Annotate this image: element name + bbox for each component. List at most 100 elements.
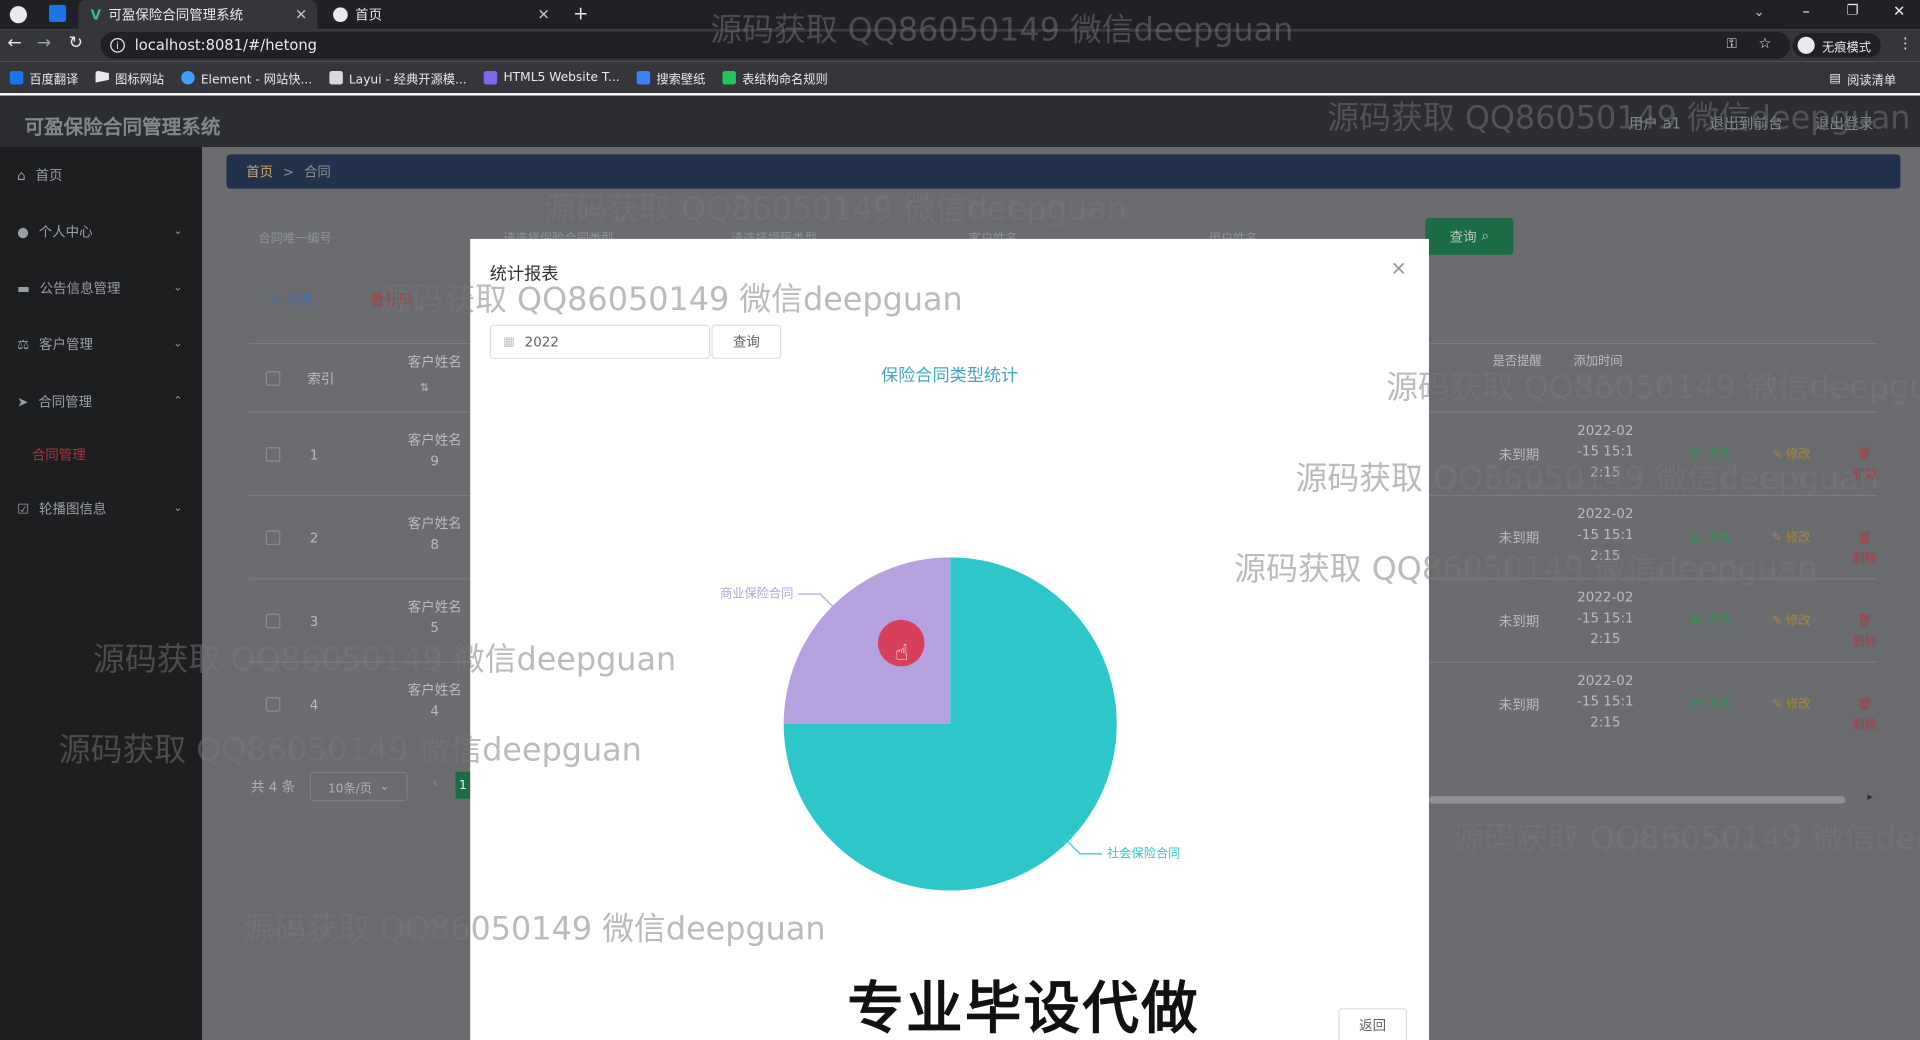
row-customer: 客户姓名 4 (407, 682, 462, 720)
page-size-select[interactable]: 10条/页 ⌄ (309, 771, 408, 802)
send-icon: ➤ (17, 393, 29, 410)
tab-home[interactable]: 首页 ✕ (321, 0, 560, 29)
header-index: 索引 (307, 371, 335, 388)
row-checkbox[interactable] (265, 613, 281, 629)
header-remind: 是否提醒 (1492, 355, 1542, 369)
forward-icon[interactable]: → (37, 33, 51, 53)
table-icon (722, 70, 736, 84)
sidebar-item-notice[interactable]: ▬ 公告信息管理 ⌄ (0, 269, 202, 306)
delete-row-button[interactable]: 🗑 删除 (1853, 611, 1877, 653)
info-icon[interactable]: i (110, 37, 125, 53)
contract-no-input[interactable]: 合同唯一编号 (258, 228, 331, 246)
bookmark-item[interactable]: 搜索壁纸 (636, 68, 706, 87)
horizontal-scrollbar[interactable] (1428, 796, 1846, 804)
edit-button[interactable]: ✎ 修改 (1772, 528, 1811, 549)
action-label: 修改 (1785, 531, 1811, 546)
bookmark-item[interactable]: Layui - 经典开源模... (329, 68, 467, 87)
checkbox-icon: ☑ (17, 500, 30, 517)
back-button[interactable]: 返回 (1338, 1008, 1407, 1040)
minimize-icon[interactable]: – (1802, 2, 1809, 19)
sort-icon[interactable]: ⇅ (420, 379, 429, 400)
browser-menu-icon[interactable] (9, 6, 27, 24)
close-tab-icon[interactable]: ✕ (537, 6, 549, 23)
sidebar-item-customer[interactable]: ⚖ 客户管理 ⌄ (0, 326, 202, 363)
breadcrumb-home[interactable]: 首页 (246, 162, 273, 182)
incognito-badge[interactable]: 无痕模式 (1792, 33, 1881, 58)
select-all-checkbox[interactable] (265, 371, 281, 386)
bookmark-item[interactable]: Element - 网站快... (181, 68, 312, 86)
sidebar-item-home[interactable]: ⌂ 首页 (0, 157, 202, 194)
tab-app[interactable]: V 可盈保险合同管理系统 ✕ (78, 0, 318, 30)
trash-icon: 🗑 (1857, 448, 1873, 462)
prev-page-icon[interactable]: ‹ (432, 774, 437, 790)
detail-button[interactable]: ▤ 详情 (1691, 445, 1731, 466)
row-checkbox[interactable] (265, 530, 281, 546)
close-tab-icon[interactable]: ✕ (295, 6, 307, 23)
bookmark-item[interactable]: 百度翻译 (9, 68, 78, 86)
sidebar-item-carousel[interactable]: ☑ 轮播图信息 ⌄ (0, 490, 202, 527)
star-icon[interactable]: ☆ (1758, 34, 1771, 51)
sidebar: ⌂ 首页 ● 个人中心 ⌄ ▬ 公告信息管理 ⌄ ⚖ 客户管理 ⌄ ➤ 合同管理 ⌃ 合同管理 ☑… (0, 146, 203, 1040)
chevron-down-icon: ⌄ (173, 225, 183, 238)
edit-button[interactable]: ✎ 修改 (1772, 445, 1811, 466)
delete-row-button[interactable]: 🗑 删除 (1853, 445, 1877, 487)
extension-icon[interactable] (48, 4, 67, 23)
detail-button[interactable]: ▤ 详情 (1691, 528, 1731, 549)
tab-home-label: 首页 (355, 7, 383, 24)
bookmark-label: 表结构命名规则 (742, 72, 828, 87)
bookmark-label: Layui - 经典开源模... (348, 72, 467, 87)
row-checkbox[interactable] (265, 447, 281, 462)
sidebar-item-label: 客户管理 (39, 336, 93, 353)
row-checkbox[interactable] (265, 697, 281, 712)
reading-list[interactable]: ▤ 阅读清单 (1829, 70, 1896, 88)
bookmark-item[interactable]: 表结构命名规则 (722, 68, 828, 87)
action-label: 修改 (1785, 448, 1811, 462)
address-bar[interactable]: i localhost:8081/#/hetong (100, 31, 1791, 59)
sidebar-item-contract-group[interactable]: ➤ 合同管理 ⌃ (0, 383, 202, 420)
sidebar-subitem-contract[interactable]: 合同管理 (0, 436, 202, 473)
edit-button[interactable]: ✎ 修改 (1772, 611, 1811, 632)
reading-list-icon: ▤ (1829, 72, 1841, 86)
document-icon: ▤ (1691, 698, 1707, 712)
more-menu-icon[interactable]: ⋮ (1898, 34, 1913, 51)
browser-tab-bar: V 可盈保险合同管理系统 ✕ 首页 ✕ + ⌄ – ❐ ✕ (0, 0, 1920, 30)
bookmark-label: 搜索壁纸 (656, 72, 706, 87)
scroll-right-icon[interactable]: ▸ (1867, 791, 1873, 803)
sidebar-item-profile[interactable]: ● 个人中心 ⌄ (0, 213, 202, 250)
layui-icon (329, 70, 343, 84)
pagination-total: 共 4 条 (251, 779, 296, 796)
header-customer[interactable]: 客户姓名 (405, 352, 464, 373)
delete-row-button[interactable]: 🗑 删除 (1853, 528, 1877, 570)
back-icon[interactable]: ← (7, 33, 21, 53)
edit-button[interactable]: ✎ 修改 (1772, 695, 1811, 716)
page-number[interactable]: 1 (455, 771, 471, 799)
tab-search-icon[interactable]: ⌄ (1753, 4, 1764, 20)
notice-icon: ▬ (17, 279, 30, 296)
restore-icon[interactable]: ❐ (1847, 2, 1859, 18)
pie-slice-commercial[interactable] (783, 557, 951, 724)
reload-icon[interactable]: ↻ (69, 33, 83, 53)
logout-link[interactable]: 退出登录 (1815, 113, 1874, 134)
wallpaper-icon (636, 70, 651, 84)
new-tab-icon[interactable]: + (573, 2, 588, 24)
detail-button[interactable]: ▤ 详情 (1691, 695, 1731, 716)
close-window-icon[interactable]: ✕ (1893, 2, 1905, 19)
edit-icon: ✎ (1771, 531, 1786, 546)
bookmarks-bar: 百度翻译 图标网站 Element - 网站快... Layui - 经典开源模… (0, 61, 1920, 94)
key-icon[interactable]: ⚿ (1727, 36, 1737, 53)
exit-to-front-link[interactable]: 退出到前台 (1709, 113, 1782, 134)
row-remind: 未到期 (1498, 530, 1540, 547)
row-index: 4 (309, 697, 319, 713)
row-index: 1 (309, 447, 319, 464)
bookmark-item[interactable]: HTML5 Website T... (483, 70, 620, 84)
bookmark-item[interactable]: 图标网站 (95, 68, 164, 86)
add-button[interactable]: ＋ 新增 (268, 289, 313, 309)
detail-button[interactable]: ▤ 详情 (1691, 611, 1731, 632)
row-customer: 客户姓名 9 (407, 432, 462, 470)
search-button[interactable]: 查询 ⌕ (1425, 218, 1514, 255)
search-icon: ⌕ (1481, 227, 1490, 244)
batch-delete-button[interactable]: 🗑删除 (369, 289, 413, 309)
delete-row-button[interactable]: 🗑 删除 (1853, 695, 1877, 737)
bookmark-label: HTML5 Website T... (503, 70, 620, 84)
bookmark-label: Element - 网站快... (200, 72, 313, 87)
